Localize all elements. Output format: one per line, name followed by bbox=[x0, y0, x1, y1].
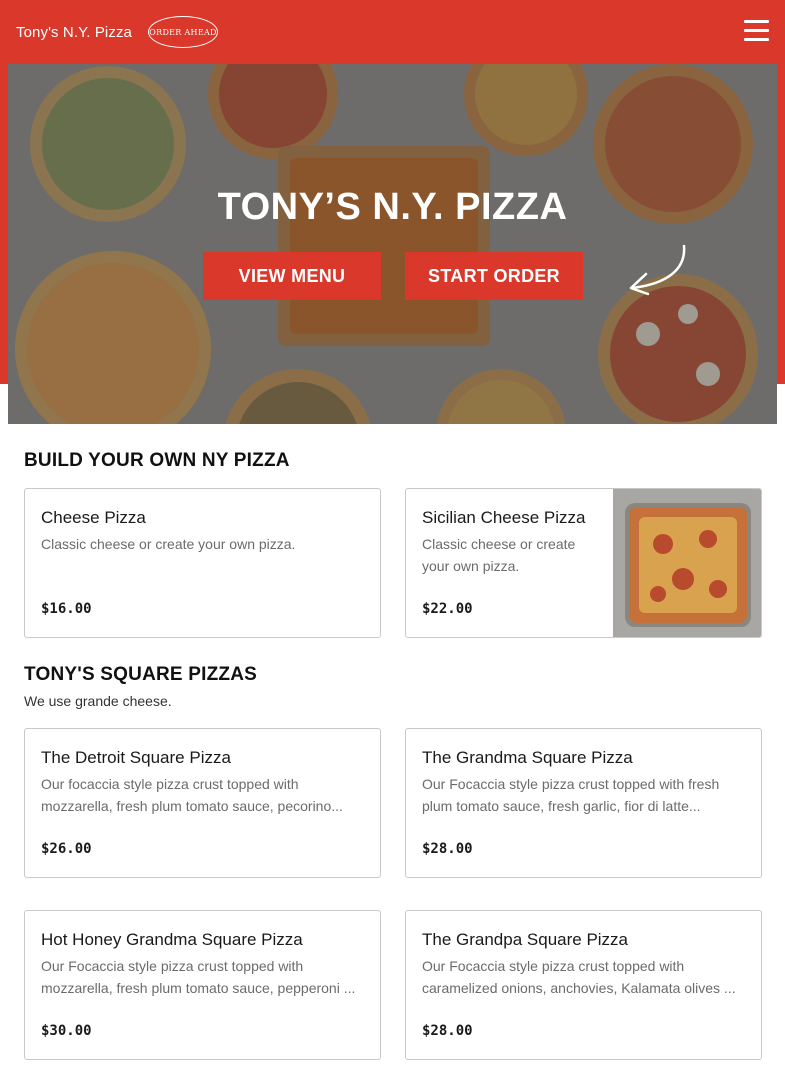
start-order-button[interactable]: START ORDER bbox=[405, 252, 583, 300]
view-menu-button[interactable]: VIEW MENU bbox=[203, 252, 381, 300]
menu-item-card[interactable]: Hot Honey Grandma Square Pizza Our Focac… bbox=[24, 910, 381, 1060]
menu-item-card[interactable]: Cheese Pizza Classic cheese or create yo… bbox=[24, 488, 381, 638]
hamburger-menu-icon[interactable] bbox=[744, 20, 769, 42]
item-description: Our Focaccia style pizza crust topped wi… bbox=[41, 958, 356, 996]
item-name: The Grandpa Square Pizza bbox=[422, 930, 629, 949]
top-nav: Tony's N.Y. Pizza ORDER AHEAD bbox=[0, 0, 785, 64]
item-description: Classic cheese or create your own pizza. bbox=[422, 536, 576, 574]
item-price: $28.00 bbox=[422, 1023, 473, 1039]
item-price: $22.00 bbox=[422, 601, 473, 617]
item-name: The Detroit Square Pizza bbox=[41, 748, 231, 767]
item-price: $28.00 bbox=[422, 841, 473, 857]
item-description: Our Focaccia style pizza crust topped wi… bbox=[422, 776, 720, 814]
item-name: Cheese Pizza bbox=[41, 508, 146, 527]
sicilian-pizza-thumbnail bbox=[613, 489, 761, 637]
item-name: Hot Honey Grandma Square Pizza bbox=[41, 930, 303, 949]
item-description: Our Focaccia style pizza crust topped wi… bbox=[422, 958, 736, 996]
menu-item-card[interactable]: The Grandma Square Pizza Our Focaccia st… bbox=[405, 728, 762, 878]
curved-arrow-icon bbox=[629, 244, 686, 296]
hero-title: TONY’S N.Y. PIZZA bbox=[217, 186, 568, 228]
item-name: Sicilian Cheese Pizza bbox=[422, 508, 586, 527]
menu-item-card[interactable]: Sicilian Cheese Pizza Classic cheese or … bbox=[405, 488, 762, 638]
menu-item-card[interactable]: The Grandpa Square Pizza Our Focaccia st… bbox=[405, 910, 762, 1060]
section-title-build-your-own: BUILD YOUR OWN NY PIZZA bbox=[24, 450, 290, 471]
hero-banner: TONY’S N.Y. PIZZA VIEW MENU START ORDER bbox=[8, 64, 777, 424]
menu-item-card[interactable]: The Detroit Square Pizza Our focaccia st… bbox=[24, 728, 381, 878]
item-price: $30.00 bbox=[41, 1023, 92, 1039]
item-description: Classic cheese or create your own pizza. bbox=[41, 536, 296, 552]
order-ahead-logo[interactable]: ORDER AHEAD bbox=[148, 16, 219, 48]
brand-name[interactable]: Tony's N.Y. Pizza bbox=[16, 24, 132, 41]
item-price: $26.00 bbox=[41, 841, 92, 857]
section-subtitle: We use grande cheese. bbox=[24, 693, 172, 709]
section-title-square-pizzas: TONY'S SQUARE PIZZAS bbox=[24, 664, 258, 685]
item-name: The Grandma Square Pizza bbox=[422, 748, 633, 767]
item-price: $16.00 bbox=[41, 601, 92, 617]
item-description: Our focaccia style pizza crust topped wi… bbox=[41, 776, 343, 814]
